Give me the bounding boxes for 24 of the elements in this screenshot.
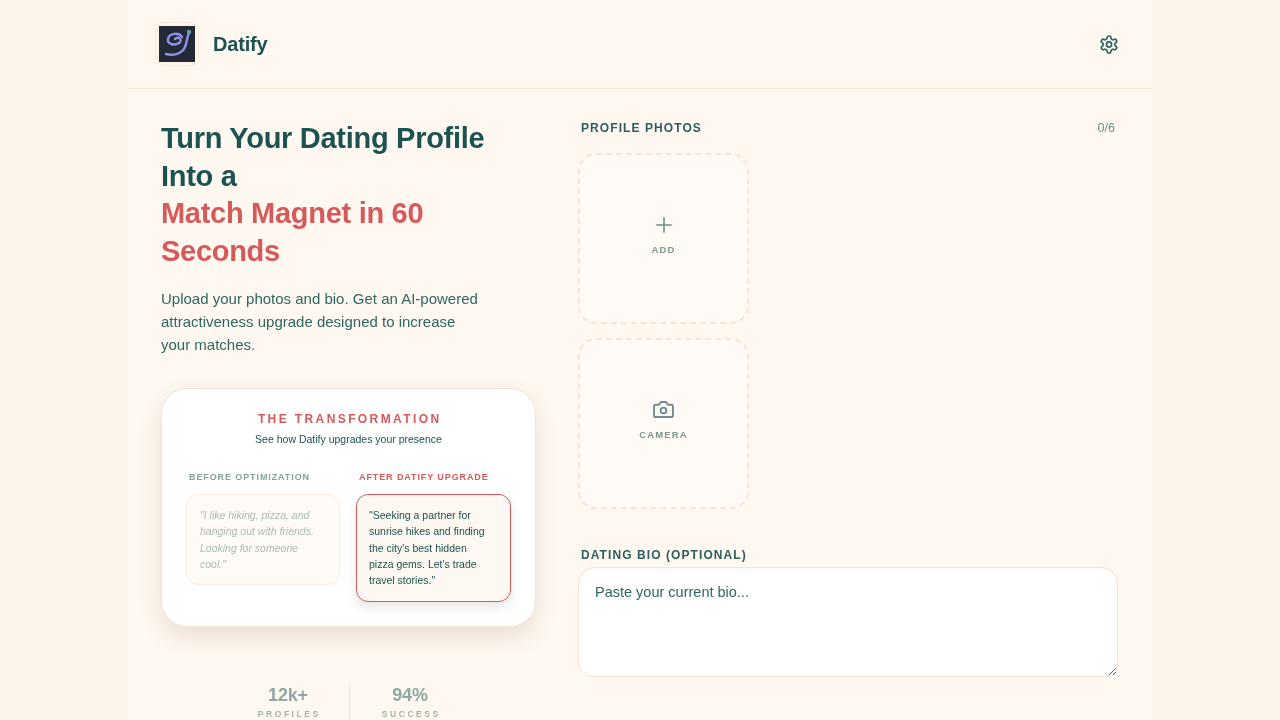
bio-label: DATING BIO (OPTIONAL) (580, 547, 748, 563)
camera-button[interactable]: CAMERA (578, 338, 749, 509)
logo-icon (155, 22, 199, 66)
brand-name: Datify (213, 32, 268, 56)
stat-label: SUCCESS (380, 708, 441, 720)
stat-label: PROFILES (256, 708, 321, 720)
settings-icon (1100, 34, 1118, 54)
card-subtitle: See how Datify upgrades your presence (254, 432, 443, 445)
photo-count: 0/6 (1097, 121, 1115, 135)
hero-description: Upload your photos and bio. Get an AI-powered attractiveness upgrade designed to increase your matches. (161, 288, 479, 355)
camera-icon (653, 401, 674, 418)
card-title: THE TRANSFORMATION (256, 411, 443, 426)
plus-icon (655, 216, 672, 233)
before-label: BEFORE OPTIMIZATION (188, 471, 311, 483)
stat-value: 94% (392, 684, 428, 705)
settings-button[interactable] (1100, 34, 1118, 54)
section-label: PROFILE PHOTOS (581, 121, 702, 135)
bio-input[interactable]: Paste your current bio... (578, 567, 1118, 677)
hero-title: Turn Your Dating Profile Into a Match Magnet in 60 Seconds (161, 121, 486, 270)
after-bio-quote: "Seeking a partner for sunrise hikes and finding the city's best hidden pizza gems. Let's trade travel stories." (356, 493, 511, 602)
stat-value: 12k+ (268, 684, 308, 705)
after-label: AFTER DATIFY UPGRADE (358, 471, 490, 483)
before-bio-quote: "I like hiking, pizza, and hanging out with friends. Looking for someone cool." (186, 493, 340, 586)
add-photo-button[interactable]: ADD (578, 153, 749, 324)
